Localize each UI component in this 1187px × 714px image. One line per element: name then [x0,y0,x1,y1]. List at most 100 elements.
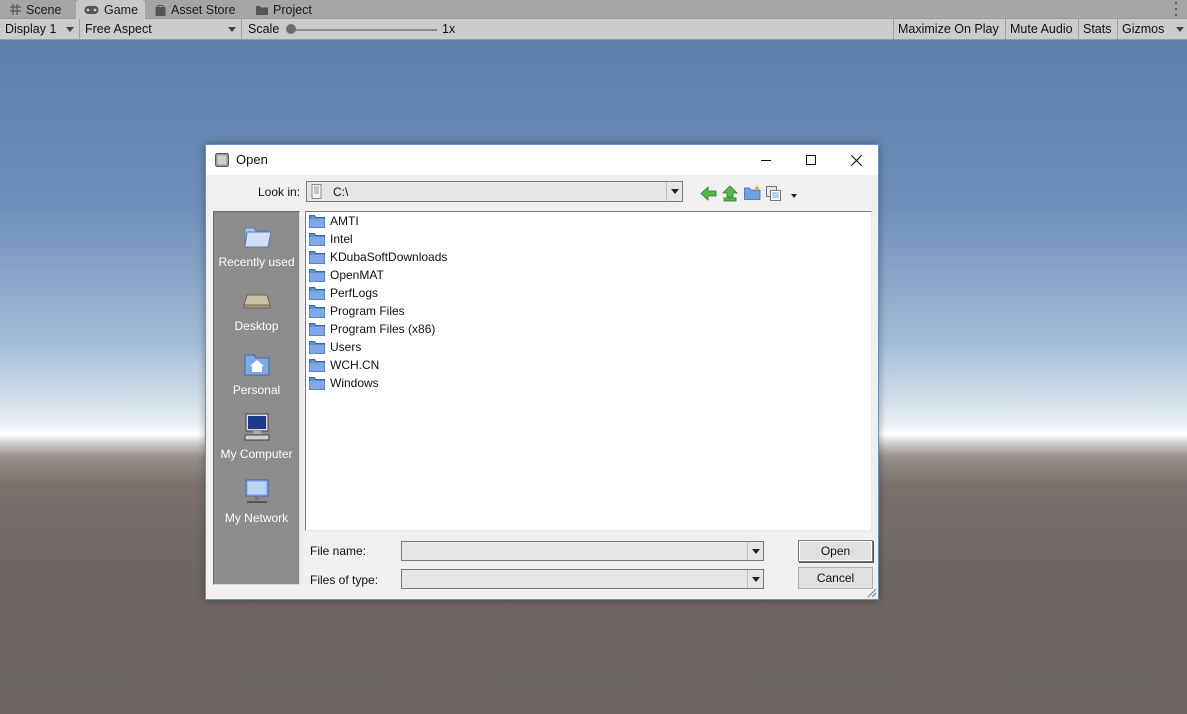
file-name: PerfLogs [330,286,379,300]
sidebar-item-label: Recently used [218,255,295,269]
sidebar-item-label: My Computer [220,447,293,461]
list-item[interactable]: Program Files [309,302,405,320]
new-folder-icon [743,186,760,200]
file-name-dropdown-arrow[interactable] [747,542,763,560]
tab-project[interactable]: Project [248,0,320,19]
minimize-button[interactable] [743,145,789,175]
look-in-dropdown[interactable]: C:\ [306,181,683,202]
app-window-icon [215,153,229,167]
file-name: Users [330,340,362,354]
list-item[interactable]: Users [309,338,361,356]
resize-grip-icon[interactable] [865,586,877,598]
aspect-value: Free Aspect [85,22,152,36]
sidebar-item-label: Personal [232,383,281,397]
list-item[interactable]: AMTI [309,212,359,230]
mute-audio-button[interactable]: Mute Audio [1005,19,1077,39]
chevron-down-icon [228,27,236,32]
display-dropdown[interactable]: Display 1 [0,19,80,39]
file-name: Program Files (x86) [330,322,436,336]
list-item[interactable]: OpenMAT [309,266,384,284]
list-item[interactable]: Program Files (x86) [309,320,435,338]
sidebar-item-desktop[interactable]: Desktop [214,283,299,343]
file-name: AMTI [330,214,359,228]
look-in-dropdown-arrow[interactable] [666,182,682,201]
display-value: Display 1 [5,22,57,36]
tab-label: Asset Store [171,2,236,17]
files-of-type-dropdown[interactable] [401,569,764,589]
list-item[interactable]: Intel [309,230,353,248]
view-menu-chevron-icon[interactable] [791,194,797,198]
folder-icon [309,286,325,300]
more-options-icon[interactable] [1174,2,1178,16]
sidebar-item-personal[interactable]: Personal [214,347,299,407]
files-of-type-label: Files of type: [310,573,379,587]
tab-game[interactable]: Game [76,0,145,19]
close-button[interactable] [833,145,879,175]
game-view-toolbar: Display 1 Free Aspect Scale 1x Maximize … [0,19,1187,40]
computer-icon [244,413,270,441]
file-name: Windows [330,376,379,390]
sidebar-item-label: Desktop [234,319,279,333]
file-name: Intel [330,232,353,246]
cancel-button[interactable]: Cancel [798,567,873,589]
scale-value: 1x [442,22,456,36]
close-icon [850,154,862,166]
tab-asset-store[interactable]: Asset Store [147,0,244,19]
up-folder-button[interactable] [721,184,739,202]
files-of-type-dropdown-arrow[interactable] [747,570,763,588]
maximize-button[interactable] [788,145,834,175]
file-name-field[interactable] [401,541,764,561]
open-button[interactable]: Open [798,540,873,562]
gizmos-dropdown[interactable]: Gizmos [1117,19,1187,39]
gizmos-label: Gizmos [1122,22,1165,36]
folder-icon [309,304,325,318]
list-item[interactable]: WCH.CN [309,356,379,374]
file-list[interactable]: AMTI Intel KDubaSoftDownloads OpenMAT Pe… [305,211,872,531]
folder-icon [309,268,325,282]
chevron-down-icon [751,576,760,582]
folder-icon [309,250,325,264]
places-sidebar: Recently used Desktop Personal My Comput… [213,211,300,585]
tab-label: Game [104,2,139,17]
aspect-dropdown[interactable]: Free Aspect [80,19,242,39]
maximize-on-play-button[interactable]: Maximize On Play [893,19,1003,39]
folder-icon [309,376,325,390]
list-item[interactable]: KDubaSoftDownloads [309,248,447,266]
sidebar-item-recently-used[interactable]: Recently used [214,219,299,279]
file-name: KDubaSoftDownloads [330,250,448,264]
list-item[interactable]: Windows [309,374,379,392]
folder-icon [256,5,268,15]
view-menu-button[interactable] [765,184,783,202]
look-in-value: C:\ [333,184,349,199]
back-arrow-icon [699,185,716,201]
editor-tab-bar: Scene Game Asset Store Project [0,0,1187,19]
sidebar-item-my-network[interactable]: My Network [214,475,299,535]
look-in-label: Look in: [258,185,301,199]
file-name-label: File name: [310,544,367,558]
scale-slider-track[interactable] [291,29,437,31]
folder-icon [309,322,325,336]
minimize-icon [761,160,771,161]
list-item[interactable]: PerfLogs [309,284,378,302]
folder-icon [309,232,325,246]
scale-slider-handle[interactable] [286,24,296,34]
network-icon [245,479,269,503]
file-name: WCH.CN [330,358,380,372]
drive-icon [311,184,323,199]
chevron-down-icon [670,189,679,194]
folder-icon [309,214,325,228]
chevron-down-icon [66,27,74,32]
maximize-icon [806,155,816,165]
back-button[interactable] [699,184,717,202]
recent-folder-icon [244,227,272,248]
new-folder-button[interactable] [743,184,761,202]
up-arrow-icon [722,184,738,201]
tab-scene[interactable]: Scene [2,0,69,19]
sidebar-item-my-computer[interactable]: My Computer [214,411,299,471]
tab-label: Scene [26,2,62,17]
chevron-down-icon [1176,27,1184,32]
home-folder-icon [244,354,270,376]
stats-button[interactable]: Stats [1078,19,1116,39]
file-name: Program Files [330,304,405,318]
desktop-icon [243,294,271,309]
